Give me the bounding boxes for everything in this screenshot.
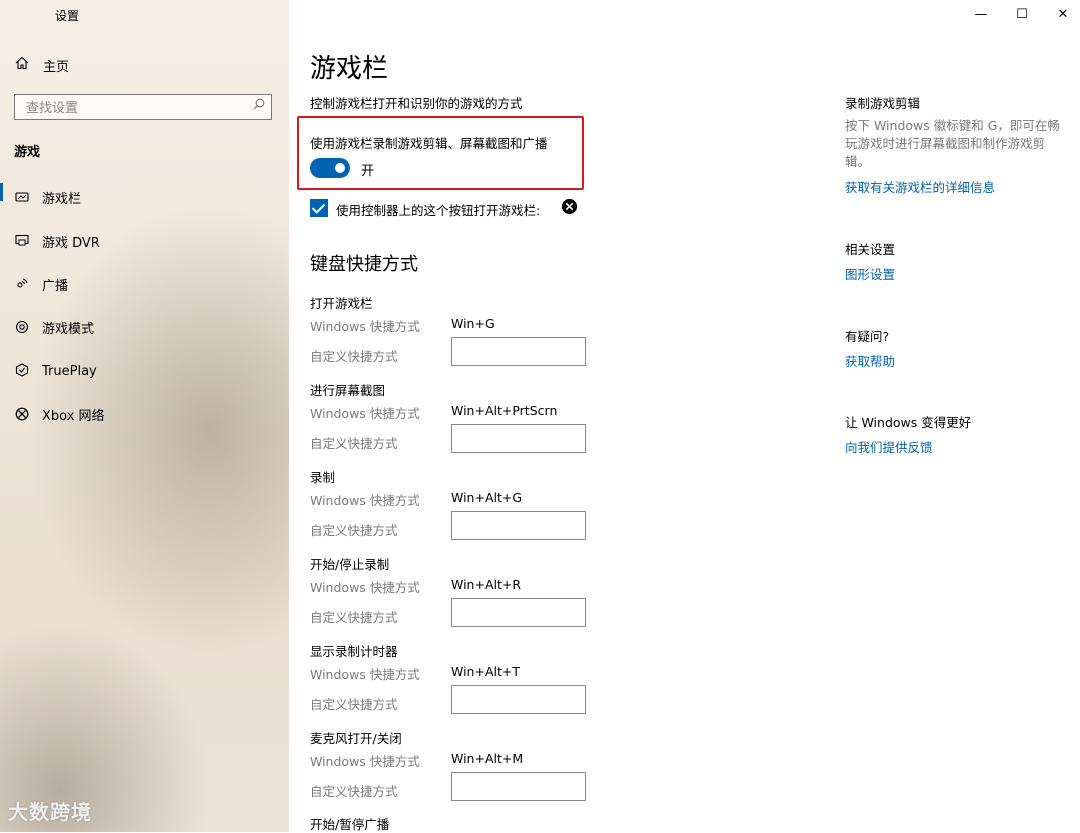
windows-shortcut-value: Win+Alt+G [451, 490, 523, 505]
custom-shortcut-label: 自定义快捷方式 [310, 349, 398, 364]
improve-windows-heading: 让 Windows 变得更好 [845, 415, 972, 430]
sidebar-item-label: 游戏栏 [42, 192, 82, 208]
windows-shortcut-value: Win+Alt+T [451, 664, 520, 679]
maximize-icon: ☐ [1016, 7, 1028, 22]
search-box[interactable] [14, 94, 272, 120]
game-bar-toggle[interactable] [310, 158, 350, 178]
custom-shortcut-input[interactable] [451, 337, 586, 366]
windows-shortcut-label: Windows 快捷方式 [310, 319, 420, 334]
sidebar-titlebar: 设置 [0, 0, 289, 28]
search-icon [253, 98, 265, 114]
game-bar-icon [14, 191, 30, 207]
toggle-label: 使用游戏栏录制游戏剪辑、屏幕截图和广播 [310, 136, 548, 151]
sidebar-item-label: 游戏模式 [42, 322, 95, 338]
sidebar-item-label: Xbox 网络 [42, 409, 105, 425]
sidebar-item-label: 广播 [42, 278, 69, 294]
page-description: 控制游戏栏打开和识别你的游戏的方式 [310, 96, 523, 111]
maximize-button[interactable]: ☐ [999, 2, 1045, 28]
sidebar-item-game-mode[interactable]: 游戏模式 [0, 307, 289, 350]
sidebar-item-label: 游戏 DVR [42, 235, 100, 251]
dvr-icon [14, 234, 30, 250]
windows-shortcut-value: Win+G [451, 316, 495, 331]
shortcut-title: 显示录制计时器 [310, 644, 398, 659]
broadcast-icon [14, 276, 30, 294]
close-button[interactable]: ✕ [1040, 2, 1080, 28]
page-title: 游戏栏 [310, 54, 389, 84]
minimize-icon: — [974, 7, 988, 22]
highlight-box [297, 116, 584, 190]
back-button[interactable] [12, 4, 32, 24]
home-icon [14, 56, 30, 74]
toggle-state: 开 [361, 164, 375, 179]
windows-shortcut-label: Windows 快捷方式 [310, 493, 420, 508]
shortcut-title: 麦克风打开/关闭 [310, 731, 402, 746]
custom-shortcut-label: 自定义快捷方式 [310, 523, 398, 538]
trueplay-icon [14, 363, 30, 381]
xbox-button-icon [562, 199, 577, 214]
watermark: 大数跨境 [8, 800, 92, 824]
home-label: 主页 [43, 59, 70, 75]
sidebar-item-game-bar[interactable]: 游戏栏 [0, 177, 289, 220]
sidebar-nav: 游戏栏 游戏 DVR 广播 游戏模式 TruePlay Xbox 网络 [0, 177, 289, 437]
sidebar-item-trueplay[interactable]: TruePlay [0, 351, 289, 394]
xbox-icon [14, 407, 30, 425]
app-title: 设置 [55, 9, 80, 23]
controller-button-checkbox[interactable] [310, 199, 328, 217]
custom-shortcut-input[interactable] [451, 424, 586, 453]
sidebar-item-game-dvr[interactable]: 游戏 DVR [0, 220, 289, 263]
minimize-button[interactable]: — [958, 2, 1004, 28]
search-input[interactable] [24, 96, 248, 120]
home-nav-item[interactable]: 主页 [14, 55, 69, 75]
sidebar-item-broadcast[interactable]: 广播 [0, 264, 289, 307]
shortcut-title: 进行屏幕截图 [310, 383, 386, 398]
question-heading: 有疑问? [845, 329, 890, 344]
windows-shortcut-label: Windows 快捷方式 [310, 580, 420, 595]
sidebar-item-xbox-network[interactable]: Xbox 网络 [0, 394, 289, 437]
custom-shortcut-label: 自定义快捷方式 [310, 610, 398, 625]
section-heading: 游戏 [14, 145, 41, 160]
get-help-link[interactable]: 获取帮助 [845, 351, 895, 370]
custom-shortcut-input[interactable] [451, 685, 586, 714]
windows-shortcut-value: Win+Alt+R [451, 577, 522, 592]
sidebar-item-label: TruePlay [42, 363, 97, 379]
checkbox-label: 使用控制器上的这个按钮打开游戏栏: [336, 203, 541, 218]
close-icon: ✕ [1057, 7, 1069, 22]
custom-shortcut-label: 自定义快捷方式 [310, 436, 398, 451]
windows-shortcut-label: Windows 快捷方式 [310, 406, 420, 421]
windows-shortcut-label: Windows 快捷方式 [310, 754, 420, 769]
windows-shortcut-value: Win+Alt+PrtScrn [451, 403, 558, 418]
shortcuts-heading: 键盘快捷方式 [310, 254, 418, 275]
sidebar: 设置 主页 游戏 游戏栏 游戏 DVR 广 [0, 0, 289, 832]
related-settings-heading: 相关设置 [845, 242, 896, 257]
custom-shortcut-label: 自定义快捷方式 [310, 784, 398, 799]
shortcut-title: 打开游戏栏 [310, 296, 373, 311]
record-clips-heading: 录制游戏剪辑 [845, 96, 921, 111]
custom-shortcut-input[interactable] [451, 598, 586, 627]
windows-shortcut-value: Win+Alt+M [451, 751, 524, 766]
shortcut-title: 录制 [310, 470, 336, 485]
custom-shortcut-label: 自定义快捷方式 [310, 697, 398, 712]
custom-shortcut-input[interactable] [451, 511, 586, 540]
record-clips-text: 按下 Windows 徽标键和 G，即可在畅玩游戏时进行屏幕截图和制作游戏剪辑。 [845, 118, 1060, 169]
graphics-settings-link[interactable]: 图形设置 [845, 264, 895, 283]
game-bar-info-link[interactable]: 获取有关游戏栏的详细信息 [845, 177, 995, 196]
windows-shortcut-label: Windows 快捷方式 [310, 667, 420, 682]
main-content: 游戏栏 控制游戏栏打开和识别你的游戏的方式 使用游戏栏录制游戏剪辑、屏幕截图和广… [289, 0, 829, 832]
custom-shortcut-input[interactable] [451, 772, 586, 801]
feedback-link[interactable]: 向我们提供反馈 [845, 437, 933, 456]
shortcut-title: 开始/暂停广播 [310, 817, 390, 832]
shortcut-title: 开始/停止录制 [310, 557, 390, 572]
game-mode-icon [14, 320, 30, 338]
